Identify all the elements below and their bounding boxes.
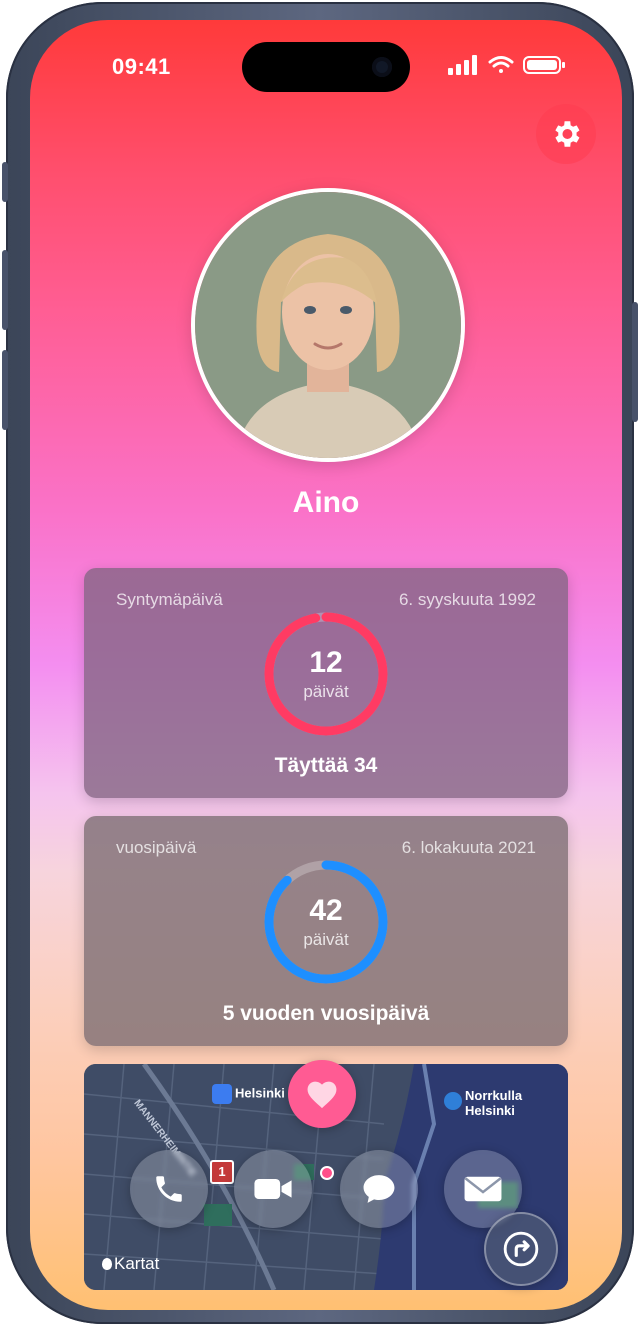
phone-frame: 09:41 Aino Syntymäpäivä 6. syyskuuta 199… <box>2 2 638 1324</box>
anniversary-label: vuosipäivä <box>116 838 197 857</box>
signal-icon <box>448 55 477 75</box>
directions-button[interactable] <box>484 1212 558 1286</box>
map-label-helsinki: Helsinki <box>212 1084 285 1104</box>
directions-icon <box>503 1231 539 1267</box>
anniversary-days-count: 42 <box>309 894 343 927</box>
volume-down-button <box>2 350 8 430</box>
mute-switch <box>2 162 8 202</box>
message-button[interactable] <box>340 1150 418 1228</box>
volume-up-button <box>2 250 8 330</box>
heart-icon <box>307 1081 337 1109</box>
birthday-label: Syntymäpäivä <box>116 590 223 609</box>
status-icons <box>448 54 578 76</box>
ferry-icon <box>444 1092 462 1110</box>
settings-button[interactable] <box>536 104 596 164</box>
contact-name: Aino <box>292 486 360 519</box>
wifi-icon <box>488 56 514 73</box>
birthday-card[interactable]: Syntymäpäivä 6. syyskuuta 1992 12 päivät… <box>84 568 568 798</box>
anniversary-caption: 5 vuoden vuosipäivä <box>222 1002 430 1025</box>
phone-icon <box>156 1176 182 1202</box>
avatar[interactable] <box>191 188 465 462</box>
train-icon <box>212 1084 232 1104</box>
apple-logo-icon <box>102 1258 112 1270</box>
status-time: 09:41 <box>112 54 171 79</box>
video-icon <box>254 1179 292 1199</box>
front-camera <box>372 57 392 77</box>
birthday-caption: Täyttää 34 <box>274 754 378 777</box>
birthday-days-count: 12 <box>309 646 343 679</box>
anniversary-days-unit: päivät <box>303 930 349 949</box>
map-badge: 1 <box>210 1160 234 1184</box>
message-icon <box>363 1175 395 1203</box>
birthday-date: 6. syyskuuta 1992 <box>398 590 536 609</box>
map-attribution: Kartat <box>102 1254 159 1274</box>
map-label-norrkulla: Norrkulla Helsinki <box>444 1088 564 1118</box>
mail-icon <box>464 1176 502 1202</box>
screen: 09:41 Aino Syntymäpäivä 6. syyskuuta 199… <box>30 20 622 1310</box>
anniversary-card[interactable]: vuosipäivä 6. lokakuuta 2021 42 päivät 5… <box>84 816 568 1046</box>
call-button[interactable] <box>130 1150 208 1228</box>
video-call-button[interactable] <box>234 1150 312 1228</box>
gear-icon <box>555 121 580 147</box>
anniversary-date: 6. lokakuuta 2021 <box>401 838 536 857</box>
favorite-button[interactable] <box>288 1060 356 1128</box>
dynamic-island <box>242 42 410 92</box>
power-button <box>632 302 638 422</box>
battery-icon <box>523 56 565 74</box>
birthday-days-unit: päivät <box>303 682 349 701</box>
map-pin-dot <box>320 1166 334 1180</box>
